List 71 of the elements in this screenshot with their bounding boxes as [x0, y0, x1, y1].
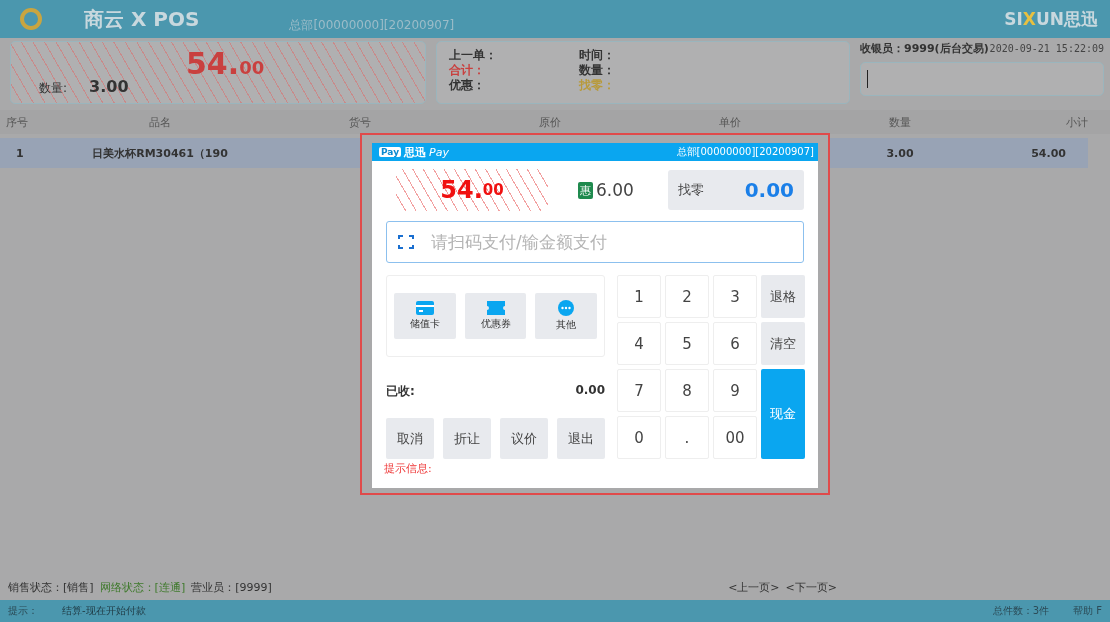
table-cell-text: 54.00: [1030, 146, 1067, 160]
total-amount: 54.00: [186, 46, 265, 81]
received-label: 已收:: [386, 383, 415, 400]
page-link[interactable]: <下一页>: [785, 579, 837, 595]
hint-label: 提示：: [8, 604, 38, 618]
logo-icon: [20, 8, 42, 30]
cashier-label: 收银员：9999(后台交易): [860, 41, 989, 56]
hint-message: 提示信息:: [383, 461, 432, 476]
keypad-key[interactable]: 2: [665, 275, 709, 318]
action-button[interactable]: 议价: [500, 418, 548, 459]
date-time: 2020-09-21 15:22:09: [989, 43, 1104, 54]
discount-amount: 6.00: [596, 180, 634, 200]
card-icon: [415, 301, 434, 315]
discount-badge: 惠: [578, 181, 593, 199]
keypad-key[interactable]: 5: [665, 322, 709, 365]
store-label: 总部[00000000][20200907]: [289, 17, 456, 34]
info-label: 时间：: [579, 48, 615, 62]
keypad-key[interactable]: 9: [713, 369, 757, 412]
total-items: 总件数：3件: [992, 604, 1050, 618]
received-amount: 0.00: [575, 383, 605, 399]
ticket-icon: [486, 301, 505, 315]
keypad-key[interactable]: 8: [665, 369, 709, 412]
change-label: 找零: [678, 181, 704, 199]
column-header: 数量: [888, 114, 912, 130]
action-button[interactable]: 折让: [443, 418, 491, 459]
hint-text: 结算-现在开始付款: [62, 604, 147, 618]
quantity-label: 数量:: [39, 80, 68, 97]
payment-method-button[interactable]: 其他: [535, 293, 597, 339]
info-label: 上一单：: [449, 48, 497, 62]
action-button[interactable]: 退出: [557, 418, 605, 459]
page-link[interactable]: <上一页>: [728, 579, 780, 595]
payable-amount: 54.00: [396, 169, 548, 211]
brand-logo: SIXUN思迅: [1004, 7, 1098, 31]
keypad-key[interactable]: 清空: [761, 322, 805, 365]
column-header: 原价: [538, 114, 562, 130]
dialog-title-pay: Pay: [429, 145, 450, 159]
change-amount: 0.00: [744, 178, 794, 202]
pay-badge: Pay: [379, 147, 402, 157]
action-button[interactable]: 取消: [386, 418, 434, 459]
keypad-key[interactable]: 00: [713, 416, 757, 459]
column-header: 品名: [148, 114, 172, 130]
app-logo: 商云 X POS: [84, 5, 200, 33]
table-cell-text: 1: [15, 146, 25, 160]
info-label: 数量：: [579, 63, 615, 77]
more-icon: [558, 300, 575, 316]
keypad-key[interactable]: 6: [713, 322, 757, 365]
column-header: 序号: [5, 114, 29, 130]
keypad-key[interactable]: .: [665, 416, 709, 459]
keypad-key[interactable]: 0: [617, 416, 661, 459]
info-label: 合计：: [449, 63, 485, 77]
status-text: 销售状态：[销售]: [8, 579, 94, 595]
payment-input-field[interactable]: 请扫码支付/输金额支付: [386, 221, 804, 263]
column-header: 货号: [348, 114, 372, 130]
keypad-key[interactable]: 退格: [761, 275, 805, 318]
column-header: 小计: [1065, 114, 1089, 130]
keypad-key[interactable]: 1: [617, 275, 661, 318]
keypad-key[interactable]: 4: [617, 322, 661, 365]
keypad-key[interactable]: 7: [617, 369, 661, 412]
info-label: 找零：: [579, 78, 615, 92]
status-text: 网络状态：[连通]: [99, 579, 186, 595]
dialog-title: 思迅: [404, 144, 427, 160]
keypad-key[interactable]: 3: [713, 275, 757, 318]
column-header: 单价: [718, 114, 742, 130]
quantity-value: 3.00: [89, 77, 129, 96]
store-label: 总部[00000000][20200907]: [676, 145, 814, 159]
table-cell-text: 日美水杯RM30461（190: [91, 145, 229, 161]
payment-method-button[interactable]: 储值卡: [394, 293, 456, 339]
status-text: 营业员：[9999]: [191, 579, 272, 595]
payment-method-button[interactable]: 优惠券: [464, 293, 527, 339]
table-cell-text: 3.00: [885, 146, 915, 160]
info-label: 优惠：: [449, 78, 485, 92]
